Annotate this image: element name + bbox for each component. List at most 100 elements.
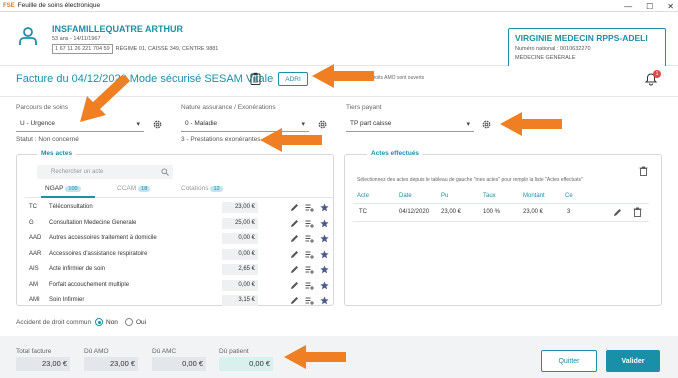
window-titlebar: FSE Feuille de soins électronique — ☐ ✕ <box>0 0 678 12</box>
acte-price: 2,65 € <box>222 264 258 275</box>
accident-label: Accident de droit commun <box>16 319 92 326</box>
tab-ccam-label: CCAM <box>117 185 137 192</box>
patient-header: INSFAMILLEQUATRE ARTHUR 53 ans - 14/11/1… <box>0 12 678 72</box>
pencil-icon[interactable] <box>290 250 299 259</box>
validate-button[interactable]: Valider <box>606 350 660 372</box>
add-to-list-icon[interactable] <box>305 281 314 290</box>
amo-value: 23,00 € <box>84 357 138 371</box>
acte-price: 3,15 € <box>222 295 258 306</box>
maximize-button[interactable]: ☐ <box>646 2 653 11</box>
tab-ccam-count: 18 <box>138 185 151 192</box>
chevron-down-icon: ▾ <box>466 121 470 128</box>
acte-label: Téléconsultation <box>49 204 93 210</box>
acte-row[interactable]: AIS Acte infirmier de soin 2,65 € <box>25 264 337 276</box>
acte-search-input[interactable]: Rechercher un acte <box>37 165 173 179</box>
add-to-list-icon[interactable] <box>305 250 314 259</box>
doctor-specialty: MÉDECINE GÉNÉRALE <box>515 55 576 61</box>
acte-price: 23,00 € <box>222 202 258 213</box>
pencil-icon[interactable] <box>290 203 299 212</box>
star-icon[interactable] <box>320 280 329 290</box>
tab-cotations[interactable]: Cotations 12 <box>181 185 223 192</box>
user-icon <box>19 27 37 45</box>
col-taux: Taux <box>483 193 496 199</box>
add-to-list-icon[interactable] <box>305 265 314 274</box>
annotation-arrow <box>80 76 130 122</box>
table-header-divider <box>353 203 649 204</box>
col-montant: Montant <box>523 193 545 199</box>
amo-label: Dû AMO <box>84 348 109 355</box>
star-icon[interactable] <box>320 218 329 228</box>
window-controls: — ☐ ✕ <box>624 0 674 12</box>
actes-effectues-panel: Actes effectués Sélectionnez des actes d… <box>344 150 662 306</box>
tiers-select[interactable]: TP part caisse ▾ <box>346 116 474 132</box>
total-value: 23,00 € <box>16 357 70 371</box>
acte-actions <box>290 203 329 212</box>
star-icon[interactable] <box>320 203 329 212</box>
star-icon[interactable] <box>320 296 329 305</box>
doctor-name: VIRGINIE MEDECIN RPPS-ADELI <box>515 33 648 43</box>
acte-row[interactable]: AAR Accessoires d'assistance respiratoire… <box>25 248 337 261</box>
radio-non[interactable] <box>95 318 103 326</box>
acte-row[interactable]: G Consultation Medecine Generale 25,00 € <box>25 217 337 230</box>
star-icon[interactable] <box>320 265 329 274</box>
patient-birth-info: 53 ans - 14/11/1967 <box>52 36 101 42</box>
app-logo: FSE <box>3 2 15 9</box>
star-icon[interactable] <box>320 249 329 259</box>
acte-row[interactable]: AM Forfait accouchement multiple 0,00 € <box>25 279 337 292</box>
adri-button[interactable]: ADRI <box>278 72 308 86</box>
pencil-icon[interactable] <box>290 234 299 243</box>
tab-ccam[interactable]: CCAM 18 <box>117 185 151 192</box>
acte-row[interactable]: TC Téléconsultation 23,00 € <box>25 202 337 214</box>
tab-cotations-count: 12 <box>210 185 223 192</box>
acte-label: Autres accessoires traitement à domicile <box>49 235 157 241</box>
amc-value: 0,00 € <box>152 357 206 371</box>
doctor-national-number: Numéro national : 0010632270 <box>515 46 591 52</box>
acte-label: Forfait accouchement multiple <box>49 281 130 288</box>
add-to-list-icon[interactable] <box>305 203 314 212</box>
chevron-down-icon: ▾ <box>301 121 305 128</box>
acte-actions <box>290 296 329 305</box>
cell-acte: TC <box>359 209 367 215</box>
acte-row[interactable]: AMI Soin Infirmier 3,15 € <box>25 295 337 307</box>
tab-ngap-label: NGAP <box>45 185 64 192</box>
gear-icon[interactable] <box>481 119 492 130</box>
acte-label: Acte infirmier de soin <box>49 266 106 272</box>
col-date: Date <box>399 193 412 199</box>
radio-oui[interactable] <box>125 318 133 326</box>
acte-code: AAR <box>29 250 42 257</box>
star-icon[interactable] <box>320 234 329 243</box>
minimize-button[interactable]: — <box>624 2 632 11</box>
acte-row[interactable]: AAD Autres accessoires traitement à domic… <box>25 233 337 245</box>
add-to-list-icon[interactable] <box>305 234 314 243</box>
radio-oui-label: Oui <box>136 319 147 326</box>
tiers-label: Tiers payant <box>346 104 382 111</box>
clipboard-icon[interactable] <box>250 72 261 85</box>
pencil-icon[interactable] <box>290 219 299 228</box>
close-button[interactable]: ✕ <box>667 2 674 11</box>
acte-actions <box>290 249 329 259</box>
tab-ngap[interactable]: NGAP 100 <box>45 185 81 192</box>
nature-value: 0 - Maladie <box>185 120 218 127</box>
patient-regime: RÉGIME 01, CAISSE 349, CENTRE 9881 <box>115 46 219 52</box>
parcours-label: Parcours de soins <box>16 104 69 111</box>
add-to-list-icon[interactable] <box>305 296 314 305</box>
patient-due-label: Dû patient <box>219 348 249 355</box>
total-label: Total facture <box>16 348 52 355</box>
quit-button[interactable]: Quitter <box>541 350 597 372</box>
pencil-icon[interactable] <box>290 296 299 305</box>
tiers-value: TP part caisse <box>350 120 392 127</box>
add-to-list-icon[interactable] <box>305 219 314 228</box>
pencil-icon[interactable] <box>613 208 622 217</box>
pencil-icon[interactable] <box>290 265 299 274</box>
trash-icon[interactable] <box>639 166 648 176</box>
gear-icon[interactable] <box>152 119 163 130</box>
trash-icon[interactable] <box>633 207 642 217</box>
acte-actions <box>290 280 329 290</box>
patient-due-value: 0,00 € <box>219 357 273 371</box>
pencil-icon[interactable] <box>290 281 299 290</box>
acte-code: TC <box>29 204 37 210</box>
nature-label: Nature assurance / Exonérations <box>181 104 276 111</box>
annotation-arrow <box>260 128 322 152</box>
acte-actions <box>290 234 329 243</box>
cell-ce: 3 <box>567 209 571 215</box>
